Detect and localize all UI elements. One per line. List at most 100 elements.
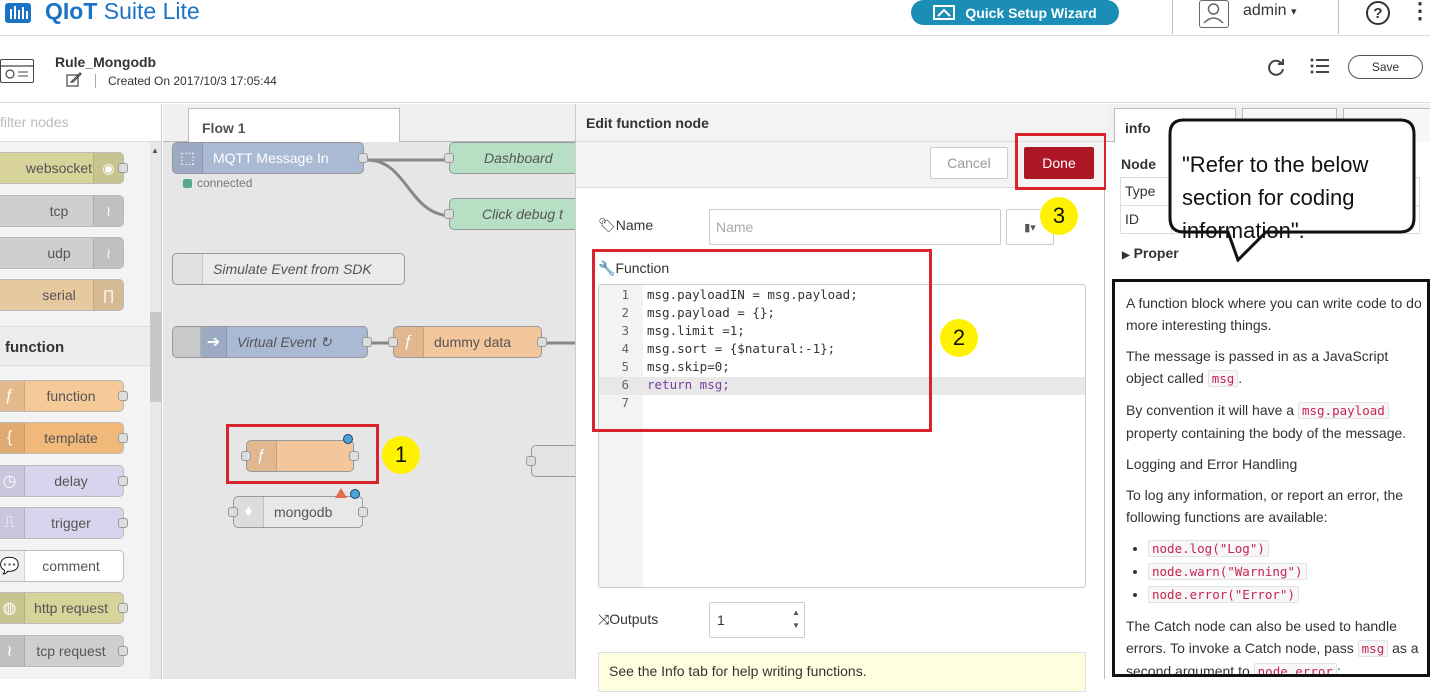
palette-node-tcp[interactable]: tcp ≀ xyxy=(0,195,124,227)
palette-node-template[interactable]: { template xyxy=(0,422,124,454)
top-bar: QIoT Suite Lite Quick Setup Wizard admin… xyxy=(0,0,1430,36)
palette-node-comment[interactable]: 💬 comment xyxy=(0,550,124,582)
separator xyxy=(1338,0,1339,34)
step-badge-1: 1 xyxy=(382,436,420,474)
node-port[interactable] xyxy=(362,337,372,347)
app-title: QIoT Suite Lite xyxy=(45,0,200,24)
node-port xyxy=(118,391,128,401)
palette-node-trigger[interactable]: ⎍ trigger xyxy=(0,507,124,539)
list-icon[interactable] xyxy=(1310,57,1330,81)
step-badge-2: 2 xyxy=(940,319,978,357)
highlight-box-1 xyxy=(226,424,379,484)
wizard-icon xyxy=(933,4,956,20)
click-debug-node[interactable]: Click debug t xyxy=(449,198,575,230)
outputs-stepper[interactable]: 1 ▲ ▼ xyxy=(709,602,805,638)
virtual-event-node[interactable]: ➔ Virtual Event ↻ xyxy=(172,326,368,358)
simulate-event-node[interactable]: Simulate Event from SDK xyxy=(172,253,405,285)
tcp-icon: ≀ xyxy=(93,196,123,226)
log-functions-list: node.log("Log") node.warn("Warning") nod… xyxy=(1148,537,1427,606)
warning-triangle-icon xyxy=(335,488,347,498)
simulate-icon xyxy=(173,254,203,284)
palette-node-delay[interactable]: ◷ delay xyxy=(0,465,124,497)
rule-icon xyxy=(0,59,34,83)
palette-node-tcp-request[interactable]: ≀ tcp request xyxy=(0,635,124,667)
template-icon: { xyxy=(0,423,25,453)
arrow-right-icon: ➔ xyxy=(201,327,227,357)
palette-scroll-thumb[interactable] xyxy=(150,312,161,402)
node-port[interactable] xyxy=(388,337,398,347)
leaf-icon: ♦ xyxy=(234,497,264,527)
flow-wires xyxy=(366,158,575,345)
node-port[interactable] xyxy=(444,209,454,219)
changed-indicator-icon xyxy=(350,489,360,499)
highlight-box-3 xyxy=(1015,133,1107,190)
node-port[interactable] xyxy=(537,337,547,347)
dummy-data-node[interactable]: ƒ dummy data xyxy=(393,326,542,358)
edit-icon[interactable] xyxy=(66,72,82,90)
node-palette: filter nodes websocket ◉ tcp ≀ udp ≀ ser… xyxy=(0,104,162,679)
quick-setup-wizard-button[interactable]: Quick Setup Wizard xyxy=(911,0,1119,25)
help-icon[interactable]: ? xyxy=(1366,1,1390,25)
mongodb-node[interactable]: ♦ mongodb xyxy=(233,496,363,528)
function-help-text: A function block where you can write cod… xyxy=(1112,279,1430,677)
help-tip: See the Info tab for help writing functi… xyxy=(598,652,1086,692)
flow-workspace[interactable]: Flow 1 ⬚ MQTT Message In connected Dashb… xyxy=(163,104,575,679)
node-port xyxy=(118,476,128,486)
status-connected-icon xyxy=(183,179,192,188)
palette-scrollbar[interactable]: ▲ xyxy=(150,142,161,679)
node-port xyxy=(118,433,128,443)
node-port[interactable] xyxy=(444,153,454,163)
qiot-logo-icon xyxy=(5,3,31,23)
caret-down-icon: ▾ xyxy=(1030,221,1036,234)
stepper-up-icon[interactable]: ▲ xyxy=(790,606,802,619)
palette-node-websocket[interactable]: websocket ◉ xyxy=(0,152,124,184)
node-port[interactable] xyxy=(228,507,238,517)
node-port[interactable] xyxy=(358,153,368,163)
rule-created-date: Created On 2017/10/3 17:05:44 xyxy=(108,74,277,88)
caret-right-icon: ▶ xyxy=(1122,250,1130,261)
node-port xyxy=(118,163,128,173)
comment-icon: 💬 xyxy=(0,551,25,581)
tcp-request-icon: ≀ xyxy=(0,636,25,666)
palette-node-serial[interactable]: serial ∏ xyxy=(0,279,124,311)
name-input[interactable]: Name xyxy=(709,209,1001,245)
filter-nodes-input[interactable]: filter nodes xyxy=(0,104,161,142)
rule-header: Rule_Mongodb Created On 2017/10/3 17:05:… xyxy=(0,37,1430,103)
node-port[interactable] xyxy=(526,456,536,466)
name-label: 🏷Name xyxy=(598,217,654,233)
user-menu[interactable]: admin ▾ xyxy=(1243,2,1297,20)
inject-button[interactable] xyxy=(173,327,201,357)
more-menu-icon[interactable]: ⋮ xyxy=(1409,0,1430,22)
globe-icon: ◍ xyxy=(0,593,25,623)
mqtt-status-text: connected xyxy=(197,176,253,190)
clock-icon: ◷ xyxy=(0,466,25,496)
partial-node[interactable] xyxy=(531,445,575,477)
scroll-up-icon[interactable]: ▲ xyxy=(151,146,159,155)
node-section-title: Node xyxy=(1121,156,1156,172)
annotation-callout: "Refer to the below section for coding i… xyxy=(1168,118,1416,262)
palette-category-function[interactable]: function xyxy=(0,326,150,366)
function-icon: ƒ xyxy=(0,381,25,411)
mqtt-icon: ⬚ xyxy=(173,143,203,173)
palette-node-udp[interactable]: udp ≀ xyxy=(0,237,124,269)
refresh-icon[interactable] xyxy=(1266,57,1286,83)
callout-text: "Refer to the below section for coding i… xyxy=(1182,152,1369,243)
palette-node-function[interactable]: ƒ function xyxy=(0,380,124,412)
outputs-label: ⤨Outputs xyxy=(598,611,659,627)
function-icon: ƒ xyxy=(394,327,424,357)
stepper-down-icon[interactable]: ▼ xyxy=(790,619,802,632)
node-port[interactable] xyxy=(358,507,368,517)
save-button[interactable]: Save xyxy=(1348,55,1423,79)
mqtt-message-in-node[interactable]: ⬚ MQTT Message In xyxy=(172,142,364,174)
node-port xyxy=(118,518,128,528)
separator xyxy=(1172,0,1173,34)
highlight-box-2 xyxy=(592,249,932,432)
dashboard-node[interactable]: Dashboard xyxy=(449,142,575,174)
serial-icon: ∏ xyxy=(93,280,123,310)
edit-function-panel: Edit function node Cancel Done 🏷Name Nam… xyxy=(575,104,1107,692)
shuffle-icon: ⤨ xyxy=(598,611,610,627)
user-avatar-icon[interactable] xyxy=(1199,0,1229,28)
palette-node-http-request[interactable]: ◍ http request xyxy=(0,592,124,624)
step-badge-3: 3 xyxy=(1040,197,1078,235)
cancel-button[interactable]: Cancel xyxy=(930,147,1008,179)
